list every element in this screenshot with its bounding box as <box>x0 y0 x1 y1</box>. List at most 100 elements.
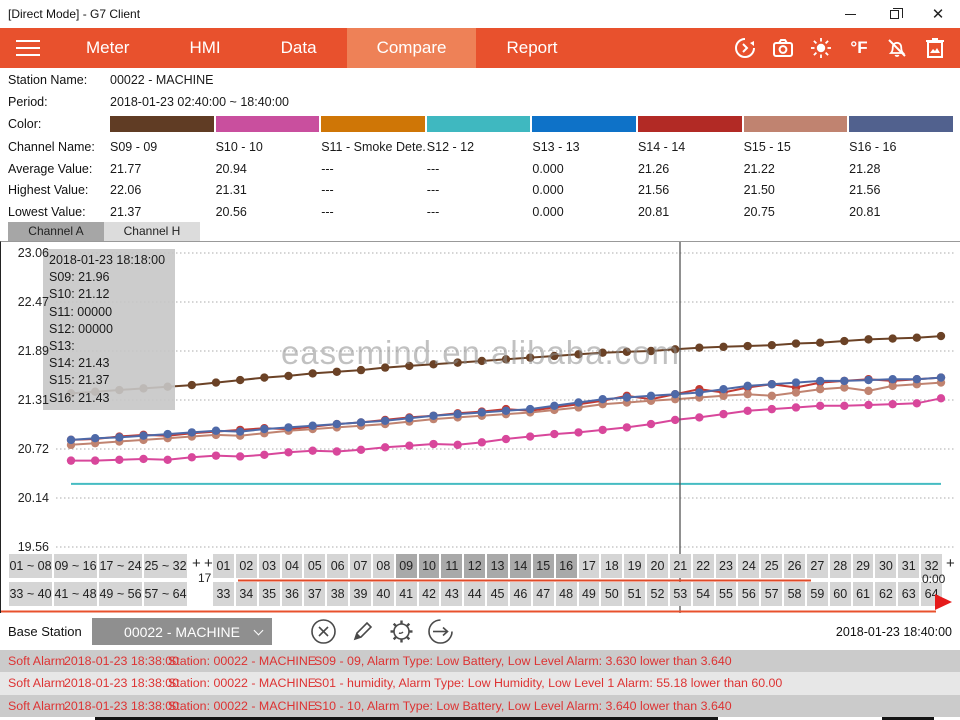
channel-button-25[interactable]: 25 <box>761 554 782 578</box>
channel-button-57[interactable]: 57 <box>761 582 782 606</box>
expand-left-button[interactable]: + <box>192 555 201 572</box>
channel-button-24[interactable]: 24 <box>738 554 759 578</box>
channel-button-18[interactable]: 18 <box>601 554 622 578</box>
channel-button-12[interactable]: 12 <box>464 554 485 578</box>
channel-button-36[interactable]: 36 <box>282 582 303 606</box>
channel-button-42[interactable]: 42 <box>419 582 440 606</box>
channel-button-37[interactable]: 37 <box>304 582 325 606</box>
channel-button-46[interactable]: 46 <box>510 582 531 606</box>
channel-button-28[interactable]: 28 <box>830 554 851 578</box>
cancel-circle-icon[interactable] <box>309 618 337 646</box>
expand-right-button[interactable]: + <box>946 555 955 572</box>
channel-button-31[interactable]: 31 <box>898 554 919 578</box>
channel-button-08[interactable]: 08 <box>373 554 394 578</box>
channel-button-55[interactable]: 55 <box>716 582 737 606</box>
channel-button-49[interactable]: 49 <box>579 582 600 606</box>
channel-button-17[interactable]: 17 <box>579 554 600 578</box>
expand-mid-button[interactable]: + <box>204 555 213 572</box>
base-station-dropdown[interactable]: 00022 - MACHINE <box>92 618 272 645</box>
channel-group-button-09~16[interactable]: 09 ~ 16 <box>54 554 97 578</box>
channel-button-51[interactable]: 51 <box>624 582 645 606</box>
channel-button-20[interactable]: 20 <box>647 554 668 578</box>
nav-item-hmi[interactable]: HMI <box>159 28 250 68</box>
channel-group-button-41~48[interactable]: 41 ~ 48 <box>54 582 97 606</box>
channel-button-14[interactable]: 14 <box>510 554 531 578</box>
channel-button-40[interactable]: 40 <box>373 582 394 606</box>
maximize-button[interactable] <box>872 0 916 28</box>
alarm-row[interactable]: Soft Alarm2018-01-23 18:38:00Station: 00… <box>0 650 960 672</box>
channel-group-button-01~08[interactable]: 01 ~ 08 <box>9 554 52 578</box>
channel-button-43[interactable]: 43 <box>441 582 462 606</box>
channel-button-07[interactable]: 07 <box>350 554 371 578</box>
channel-button-10[interactable]: 10 <box>419 554 440 578</box>
channel-button-58[interactable]: 58 <box>784 582 805 606</box>
channel-button-13[interactable]: 13 <box>487 554 508 578</box>
channel-button-34[interactable]: 34 <box>236 582 257 606</box>
channel-button-54[interactable]: 54 <box>693 582 714 606</box>
channel-button-62[interactable]: 62 <box>875 582 896 606</box>
sync-icon[interactable] <box>728 31 762 65</box>
channel-button-05[interactable]: 05 <box>304 554 325 578</box>
brightness-icon[interactable] <box>804 31 838 65</box>
scroll-right-arrow[interactable] <box>935 594 952 610</box>
channel-button-56[interactable]: 56 <box>738 582 759 606</box>
channel-button-27[interactable]: 27 <box>807 554 828 578</box>
channel-button-33[interactable]: 33 <box>213 582 234 606</box>
alarm-row[interactable]: Soft Alarm2018-01-23 18:38:00Station: 00… <box>0 672 960 694</box>
channel-button-44[interactable]: 44 <box>464 582 485 606</box>
channel-button-04[interactable]: 04 <box>282 554 303 578</box>
channel-button-16[interactable]: 16 <box>556 554 577 578</box>
channel-button-11[interactable]: 11 <box>441 554 462 578</box>
channel-button-30[interactable]: 30 <box>875 554 896 578</box>
mute-bell-icon[interactable] <box>880 31 914 65</box>
settings-gear-icon[interactable] <box>387 618 415 646</box>
hamburger-menu-button[interactable] <box>0 28 56 68</box>
channel-button-09[interactable]: 09 <box>396 554 417 578</box>
channel-button-03[interactable]: 03 <box>259 554 280 578</box>
channel-button-52[interactable]: 52 <box>647 582 668 606</box>
channel-button-50[interactable]: 50 <box>601 582 622 606</box>
fahrenheit-icon[interactable]: °F <box>842 31 876 65</box>
channel-button-29[interactable]: 29 <box>853 554 874 578</box>
channel-group-button-17~24[interactable]: 17 ~ 24 <box>99 554 142 578</box>
tab-channel-h[interactable]: Channel H <box>104 222 200 241</box>
channel-button-02[interactable]: 02 <box>236 554 257 578</box>
minimize-button[interactable] <box>828 0 872 28</box>
channel-button-47[interactable]: 47 <box>533 582 554 606</box>
channel-button-53[interactable]: 53 <box>670 582 691 606</box>
export-arrow-icon[interactable] <box>426 618 454 646</box>
camera-icon[interactable] <box>766 31 800 65</box>
channel-button-45[interactable]: 45 <box>487 582 508 606</box>
channel-button-21[interactable]: 21 <box>670 554 691 578</box>
channel-button-38[interactable]: 38 <box>327 582 348 606</box>
close-button[interactable]: ✕ <box>916 0 960 28</box>
channel-button-06[interactable]: 06 <box>327 554 348 578</box>
channel-button-26[interactable]: 26 <box>784 554 805 578</box>
nav-item-compare[interactable]: Compare <box>347 28 477 68</box>
channel-button-39[interactable]: 39 <box>350 582 371 606</box>
channel-button-63[interactable]: 63 <box>898 582 919 606</box>
channel-button-01[interactable]: 01 <box>213 554 234 578</box>
channel-button-35[interactable]: 35 <box>259 582 280 606</box>
channel-button-15[interactable]: 15 <box>533 554 554 578</box>
channel-button-19[interactable]: 19 <box>624 554 645 578</box>
alarm-row[interactable]: Soft Alarm2018-01-23 18:38:00Station: 00… <box>0 695 960 717</box>
channel-group-button-57~64[interactable]: 57 ~ 64 <box>144 582 187 606</box>
channel-button-23[interactable]: 23 <box>716 554 737 578</box>
compare-chart[interactable]: easemind.en.alibaba.com 2018-01-23 18:18… <box>0 241 960 613</box>
channel-button-60[interactable]: 60 <box>830 582 851 606</box>
channel-group-button-33~40[interactable]: 33 ~ 40 <box>9 582 52 606</box>
nav-item-report[interactable]: Report <box>476 28 587 68</box>
channel-button-22[interactable]: 22 <box>693 554 714 578</box>
tab-channel-a[interactable]: Channel A <box>8 222 104 241</box>
nav-item-data[interactable]: Data <box>251 28 347 68</box>
channel-group-button-25~32[interactable]: 25 ~ 32 <box>144 554 187 578</box>
channel-button-48[interactable]: 48 <box>556 582 577 606</box>
nav-item-meter[interactable]: Meter <box>56 28 159 68</box>
channel-button-59[interactable]: 59 <box>807 582 828 606</box>
edit-pencil-icon[interactable] <box>348 618 376 646</box>
channel-button-61[interactable]: 61 <box>853 582 874 606</box>
snapshot-trash-icon[interactable] <box>918 31 952 65</box>
channel-group-button-49~56[interactable]: 49 ~ 56 <box>99 582 142 606</box>
channel-button-41[interactable]: 41 <box>396 582 417 606</box>
